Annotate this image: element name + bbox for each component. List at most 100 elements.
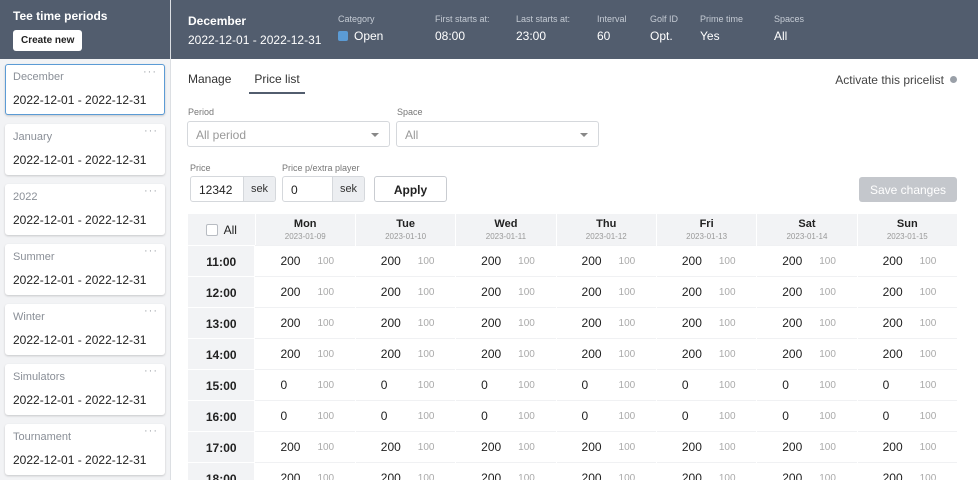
period-card[interactable]: Summer 2022-12-01 - 2022-12-31 ···	[5, 244, 165, 295]
day-header-fri[interactable]: Fri 2023-01-13	[656, 214, 757, 245]
price-cell[interactable]: 200 100	[556, 307, 656, 338]
price-cell[interactable]: 200 100	[456, 462, 556, 480]
save-changes-button[interactable]: Save changes	[859, 177, 957, 202]
time-slot[interactable]: 16:00	[188, 400, 255, 431]
price-cell[interactable]: 0 100	[456, 400, 556, 431]
price-cell[interactable]: 200 100	[355, 338, 456, 369]
price-cell[interactable]: 0 100	[255, 369, 355, 400]
price-cell[interactable]: 0 100	[757, 400, 857, 431]
price-cell[interactable]: 0 100	[355, 400, 456, 431]
activate-pricelist-link[interactable]: Activate this pricelist	[835, 73, 957, 87]
price-cell[interactable]: 200 100	[757, 338, 857, 369]
price-cell[interactable]: 200 100	[656, 338, 757, 369]
price-cell[interactable]: 200 100	[355, 431, 456, 462]
period-card[interactable]: Simulators 2022-12-01 - 2022-12-31 ···	[5, 364, 165, 415]
day-header-sat[interactable]: Sat 2023-01-14	[757, 214, 857, 245]
tab-manage[interactable]: Manage	[188, 72, 231, 94]
price-cell[interactable]: 200 100	[556, 462, 656, 480]
price-cell[interactable]: 0 100	[857, 400, 957, 431]
price-cell[interactable]: 200 100	[255, 307, 355, 338]
price-cell[interactable]: 200 100	[255, 245, 355, 276]
price-cell[interactable]: 200 100	[656, 276, 757, 307]
day-header-tue[interactable]: Tue 2023-01-10	[355, 214, 456, 245]
period-select[interactable]: All period	[187, 121, 390, 147]
period-card[interactable]: Tournament 2022-12-01 - 2022-12-31 ···	[5, 424, 165, 475]
price-cell[interactable]: 200 100	[757, 462, 857, 480]
time-slot[interactable]: 15:00	[188, 369, 255, 400]
price-cell[interactable]: 0 100	[556, 400, 656, 431]
price-cell[interactable]: 200 100	[757, 431, 857, 462]
period-card[interactable]: January 2022-12-01 - 2022-12-31 ···	[5, 124, 165, 175]
more-menu-icon[interactable]: ···	[144, 305, 158, 317]
create-new-button[interactable]: Create new	[13, 30, 83, 51]
price-cell[interactable]: 200 100	[857, 307, 957, 338]
time-slot[interactable]: 14:00	[188, 338, 255, 369]
price-cell[interactable]: 200 100	[857, 245, 957, 276]
price-cell[interactable]: 200 100	[556, 276, 656, 307]
price-cell[interactable]: 0 100	[757, 369, 857, 400]
day-header-mon[interactable]: Mon 2023-01-09	[255, 214, 355, 245]
price-cell[interactable]: 0 100	[355, 369, 456, 400]
slot-price: 0	[782, 409, 789, 423]
price-cell[interactable]: 200 100	[456, 338, 556, 369]
price-cell[interactable]: 0 100	[556, 369, 656, 400]
price-cell[interactable]: 200 100	[355, 276, 456, 307]
price-cell[interactable]: 0 100	[656, 369, 757, 400]
price-cell[interactable]: 200 100	[857, 276, 957, 307]
tab-price-list[interactable]: Price list	[249, 72, 305, 94]
extra-player-price-input[interactable]: 0 sek	[282, 176, 365, 202]
price-cell[interactable]: 200 100	[656, 307, 757, 338]
price-cell[interactable]: 200 100	[656, 462, 757, 480]
price-cell[interactable]: 200 100	[556, 431, 656, 462]
slot-extra-price: 100	[919, 379, 937, 391]
day-header-wed[interactable]: Wed 2023-01-11	[456, 214, 556, 245]
price-cell[interactable]: 200 100	[255, 276, 355, 307]
time-slot[interactable]: 18:00	[188, 462, 255, 480]
time-slot[interactable]: 17:00	[188, 431, 255, 462]
price-cell[interactable]: 200 100	[456, 431, 556, 462]
price-cell[interactable]: 200 100	[456, 307, 556, 338]
time-slot[interactable]: 12:00	[188, 276, 255, 307]
more-menu-icon[interactable]: ···	[143, 66, 157, 78]
more-menu-icon[interactable]: ···	[144, 245, 158, 257]
more-menu-icon[interactable]: ···	[144, 365, 158, 377]
day-header-thu[interactable]: Thu 2023-01-12	[556, 214, 656, 245]
price-input[interactable]: 12342 sek	[190, 176, 276, 202]
price-cell[interactable]: 200 100	[255, 431, 355, 462]
price-cell[interactable]: 200 100	[355, 307, 456, 338]
price-cell[interactable]: 0 100	[456, 369, 556, 400]
price-cell[interactable]: 200 100	[355, 245, 456, 276]
select-all-toggle[interactable]: All	[188, 214, 255, 245]
period-card[interactable]: December 2022-12-01 - 2022-12-31 ···	[5, 64, 165, 115]
more-menu-icon[interactable]: ···	[144, 185, 158, 197]
time-slot[interactable]: 13:00	[188, 307, 255, 338]
price-cell[interactable]: 200 100	[255, 462, 355, 480]
price-cell[interactable]: 200 100	[556, 338, 656, 369]
period-card[interactable]: 2022 2022-12-01 - 2022-12-31 ···	[5, 184, 165, 235]
price-cell[interactable]: 200 100	[757, 276, 857, 307]
price-cell[interactable]: 200 100	[656, 431, 757, 462]
price-cell[interactable]: 0 100	[656, 400, 757, 431]
price-cell[interactable]: 200 100	[355, 462, 456, 480]
price-cell[interactable]: 0 100	[857, 369, 957, 400]
space-select[interactable]: All	[396, 121, 599, 147]
price-cell[interactable]: 200 100	[857, 462, 957, 480]
more-menu-icon[interactable]: ···	[144, 125, 158, 137]
price-cell[interactable]: 200 100	[656, 245, 757, 276]
slot-extra-price: 100	[317, 255, 335, 267]
price-cell[interactable]: 200 100	[456, 276, 556, 307]
more-menu-icon[interactable]: ···	[144, 425, 158, 437]
price-cell[interactable]: 200 100	[857, 431, 957, 462]
time-slot[interactable]: 11:00	[188, 245, 255, 276]
period-card[interactable]: Winter 2022-12-01 - 2022-12-31 ···	[5, 304, 165, 355]
price-cell[interactable]: 200 100	[857, 338, 957, 369]
day-header-sun[interactable]: Sun 2023-01-15	[857, 214, 957, 245]
price-cell[interactable]: 200 100	[255, 338, 355, 369]
price-cell[interactable]: 200 100	[757, 245, 857, 276]
price-cell[interactable]: 200 100	[456, 245, 556, 276]
apply-button[interactable]: Apply	[374, 176, 447, 202]
price-cell[interactable]: 200 100	[757, 307, 857, 338]
price-cell[interactable]: 200 100	[556, 245, 656, 276]
price-cell[interactable]: 0 100	[255, 400, 355, 431]
select-all-checkbox[interactable]	[205, 223, 218, 236]
